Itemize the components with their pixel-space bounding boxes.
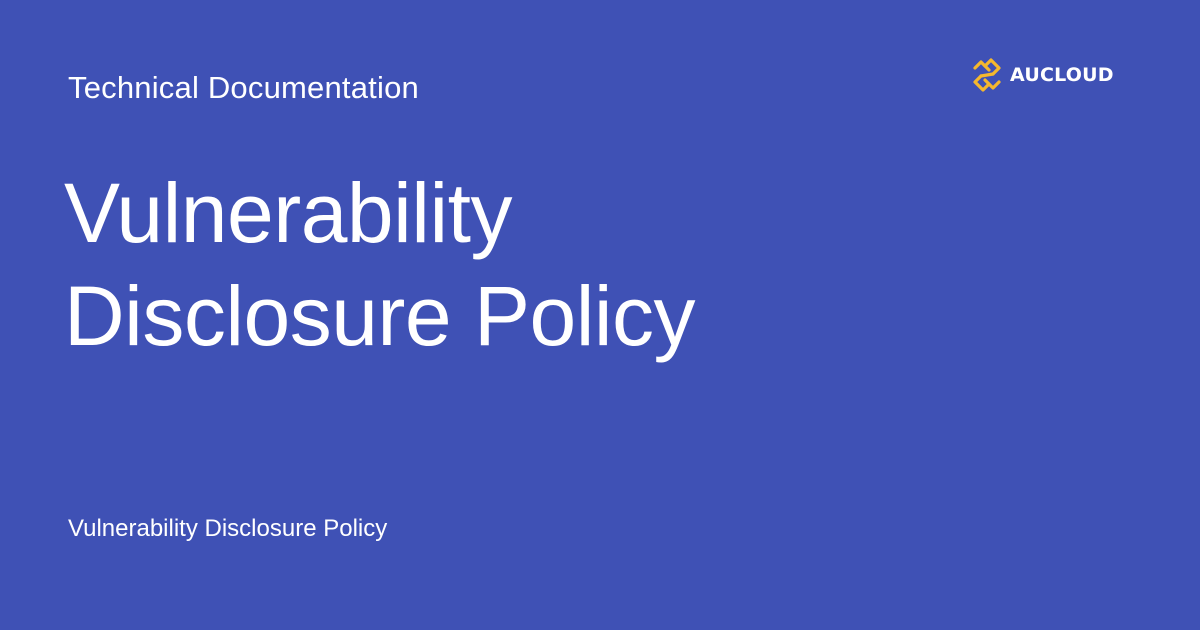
- title-line-2: Disclosure Policy: [64, 269, 696, 363]
- title-line-1: Vulnerability: [64, 166, 512, 260]
- aucloud-logo-icon: [973, 58, 1001, 92]
- footer-caption: Vulnerability Disclosure Policy: [68, 515, 388, 542]
- page-title: Vulnerability Disclosure Policy: [64, 162, 1064, 368]
- section-label: Technical Documentation: [68, 70, 419, 105]
- brand-logo[interactable]: AUCLOUD: [970, 57, 1114, 93]
- social-card: Technical Documentation AUCLOUD Vulnerab…: [0, 0, 1200, 630]
- brand-name: AUCLOUD: [1010, 64, 1114, 86]
